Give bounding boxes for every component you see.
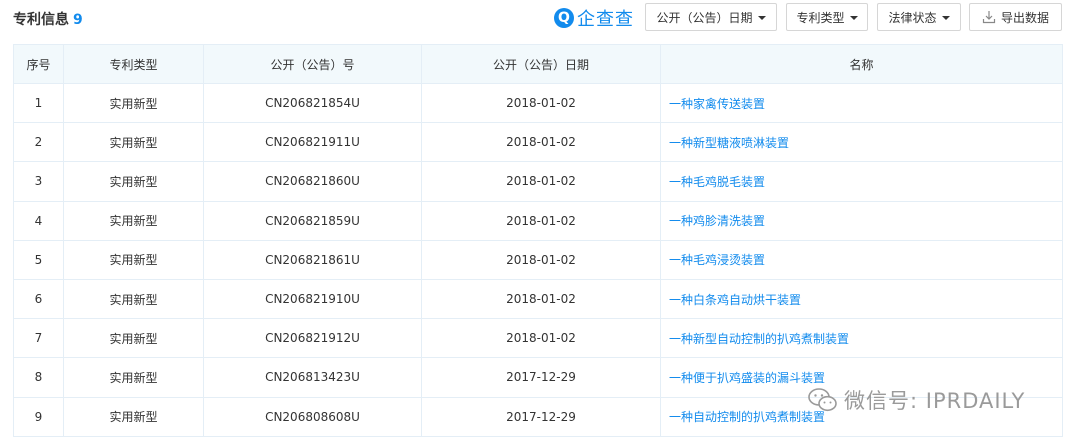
section-title: 专利信息 9 (13, 9, 83, 29)
download-icon (982, 11, 996, 24)
cell-number: CN206821912U (203, 318, 422, 359)
cell-name: 一种家禽传送装置 (660, 82, 1063, 124)
filter-type-label: 专利类型 (796, 10, 845, 25)
cell-type: 实用新型 (63, 161, 204, 202)
cell-index: 7 (13, 318, 64, 359)
cell-name: 一种便于扒鸡盛装的漏斗装置 (660, 357, 1063, 398)
column-header-index: 序号 (13, 44, 64, 84)
cell-type: 实用新型 (63, 278, 204, 320)
cell-number: CN206821854U (203, 82, 422, 124)
column-header-type: 专利类型 (63, 44, 204, 84)
qichacha-logo-icon: Q (554, 8, 574, 28)
cell-date: 2018-01-02 (421, 200, 661, 241)
cell-number: CN206821860U (203, 161, 422, 202)
brand-logo: Q 企查查 (554, 6, 634, 30)
cell-type: 实用新型 (63, 396, 204, 437)
cell-index: 2 (13, 122, 64, 163)
cell-name: 一种自动控制的扒鸡煮制装置 (660, 396, 1063, 437)
cell-name: 一种新型自动控制的扒鸡煮制装置 (660, 318, 1063, 359)
cell-number: CN206821910U (203, 278, 422, 320)
cell-type: 实用新型 (63, 318, 204, 359)
table-row: 2 实用新型 CN206821911U 2018-01-02 一种新型糖液喷淋装… (13, 122, 1063, 163)
cell-number: CN206821861U (203, 239, 422, 280)
cell-number: CN206821911U (203, 122, 422, 163)
cell-date: 2018-01-02 (421, 161, 661, 202)
patent-count-badge: 9 (73, 12, 83, 28)
cell-index: 8 (13, 357, 64, 398)
export-data-button[interactable]: 导出数据 (969, 3, 1062, 31)
table-row: 1 实用新型 CN206821854U 2018-01-02 一种家禽传送装置 (13, 82, 1063, 124)
filter-type-dropdown[interactable]: 专利类型 (786, 3, 868, 31)
cell-date: 2018-01-02 (421, 318, 661, 359)
cell-number: CN206821859U (203, 200, 422, 241)
table-row: 7 实用新型 CN206821912U 2018-01-02 一种新型自动控制的… (13, 318, 1063, 359)
cell-type: 实用新型 (63, 82, 204, 124)
cell-name: 一种毛鸡浸烫装置 (660, 239, 1063, 280)
table-body: 1 实用新型 CN206821854U 2018-01-02 一种家禽传送装置 … (13, 82, 1063, 437)
column-header-name: 名称 (660, 44, 1063, 84)
patent-name-link[interactable]: 一种便于扒鸡盛装的漏斗装置 (669, 371, 825, 385)
cell-number: CN206813423U (203, 357, 422, 398)
cell-date: 2017-12-29 (421, 357, 661, 398)
table-row: 4 实用新型 CN206821859U 2018-01-02 一种鸡胗清洗装置 (13, 200, 1063, 241)
section-title-text: 专利信息 (13, 12, 69, 28)
patent-name-link[interactable]: 一种毛鸡浸烫装置 (669, 253, 765, 267)
cell-date: 2018-01-02 (421, 122, 661, 163)
caret-down-icon (849, 16, 858, 20)
column-header-date: 公开（公告）日期 (421, 44, 661, 84)
column-header-number: 公开（公告）号 (203, 44, 422, 84)
cell-number: CN206808608U (203, 396, 422, 437)
patent-name-link[interactable]: 一种鸡胗清洗装置 (669, 214, 765, 228)
cell-index: 3 (13, 161, 64, 202)
brand-logo-letter: Q (558, 10, 570, 26)
table-header-row: 序号 专利类型 公开（公告）号 公开（公告）日期 名称 (13, 44, 1063, 84)
cell-name: 一种新型糖液喷淋装置 (660, 122, 1063, 163)
cell-date: 2018-01-02 (421, 278, 661, 320)
cell-type: 实用新型 (63, 122, 204, 163)
cell-type: 实用新型 (63, 357, 204, 398)
caret-down-icon (757, 16, 766, 20)
patent-name-link[interactable]: 一种白条鸡自动烘干装置 (669, 293, 801, 307)
cell-date: 2017-12-29 (421, 396, 661, 437)
filter-status-label: 法律状态 (888, 10, 937, 25)
cell-index: 6 (13, 278, 64, 320)
cell-type: 实用新型 (63, 239, 204, 280)
brand-name: 企查查 (577, 9, 634, 30)
patent-name-link[interactable]: 一种自动控制的扒鸡煮制装置 (669, 410, 825, 424)
cell-index: 1 (13, 82, 64, 124)
table-row: 8 实用新型 CN206813423U 2017-12-29 一种便于扒鸡盛装的… (13, 357, 1063, 398)
table-header: 序号 专利类型 公开（公告）号 公开（公告）日期 名称 (13, 44, 1063, 84)
export-data-label: 导出数据 (1000, 10, 1049, 25)
patent-name-link[interactable]: 一种新型糖液喷淋装置 (669, 136, 789, 150)
cell-date: 2018-01-02 (421, 239, 661, 280)
filter-status-dropdown[interactable]: 法律状态 (877, 3, 961, 31)
cell-index: 4 (13, 200, 64, 241)
patent-name-link[interactable]: 一种新型自动控制的扒鸡煮制装置 (669, 332, 849, 346)
cell-index: 5 (13, 239, 64, 280)
table-row: 3 实用新型 CN206821860U 2018-01-02 一种毛鸡脱毛装置 (13, 161, 1063, 202)
patent-table: 序号 专利类型 公开（公告）号 公开（公告）日期 名称 1 实用新型 CN206… (13, 44, 1063, 437)
patent-table-container: 序号 专利类型 公开（公告）号 公开（公告）日期 名称 1 实用新型 CN206… (13, 44, 1063, 437)
cell-name: 一种毛鸡脱毛装置 (660, 161, 1063, 202)
patent-info-panel: 专利信息 9 Q 企查查 公开（公告）日期 专利类型 法律状态 导出数据 序号 … (0, 0, 1080, 448)
panel-header: 专利信息 9 Q 企查查 公开（公告）日期 专利类型 法律状态 导出数据 (0, 0, 1080, 38)
table-row: 9 实用新型 CN206808608U 2017-12-29 一种自动控制的扒鸡… (13, 396, 1063, 437)
filter-date-dropdown[interactable]: 公开（公告）日期 (645, 3, 777, 31)
patent-name-link[interactable]: 一种毛鸡脱毛装置 (669, 175, 765, 189)
cell-name: 一种白条鸡自动烘干装置 (660, 278, 1063, 320)
table-row: 5 实用新型 CN206821861U 2018-01-02 一种毛鸡浸烫装置 (13, 239, 1063, 280)
table-row: 6 实用新型 CN206821910U 2018-01-02 一种白条鸡自动烘干… (13, 278, 1063, 320)
cell-type: 实用新型 (63, 200, 204, 241)
cell-index: 9 (13, 396, 64, 437)
cell-date: 2018-01-02 (421, 82, 661, 124)
cell-name: 一种鸡胗清洗装置 (660, 200, 1063, 241)
caret-down-icon (941, 16, 950, 20)
filter-date-label: 公开（公告）日期 (656, 10, 753, 25)
patent-name-link[interactable]: 一种家禽传送装置 (669, 97, 765, 111)
